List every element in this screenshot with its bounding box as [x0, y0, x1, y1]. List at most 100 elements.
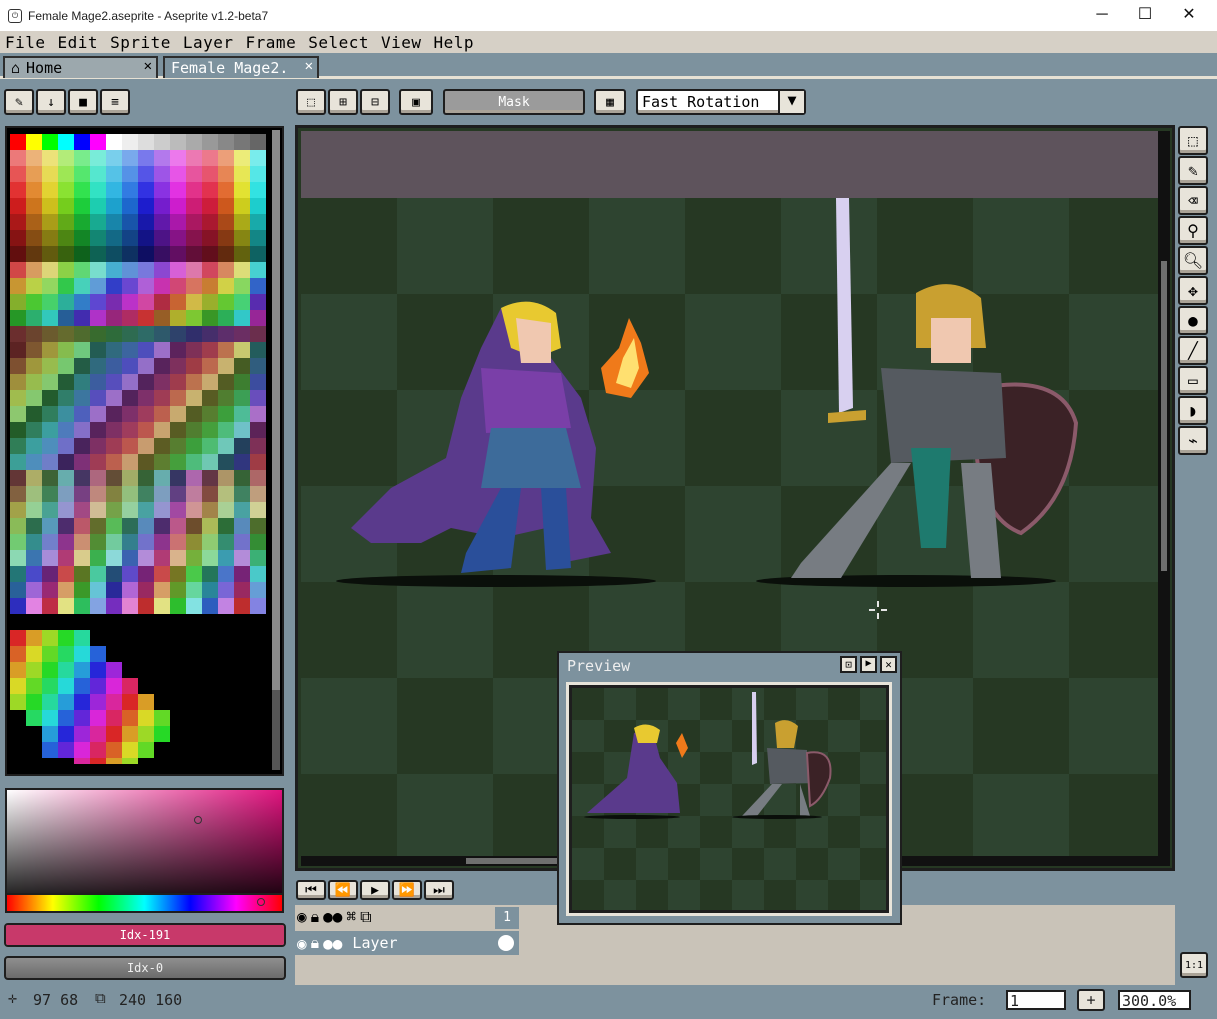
mask-color-button[interactable]: Mask: [443, 89, 585, 115]
next-frame-button[interactable]: ⏩: [392, 880, 422, 900]
palette-swatch: [26, 246, 42, 262]
rectangular-marquee-tool[interactable]: ⬚: [1178, 126, 1208, 155]
palette-swatch: [74, 390, 90, 406]
palette-swatch: [234, 470, 250, 486]
layer-visibility-eye-icon[interactable]: ◉: [297, 934, 307, 953]
tab-female-mage2-close-icon[interactable]: ✕: [305, 58, 313, 74]
layer-continuous-icon[interactable]: ●●: [323, 934, 342, 953]
line-tool[interactable]: ╱: [1178, 336, 1208, 365]
transparent-color-button[interactable]: ▦: [594, 89, 626, 115]
palette-sort-button[interactable]: ↓: [36, 89, 66, 115]
foreground-color-button[interactable]: Idx-191: [4, 923, 286, 947]
preview-close-button[interactable]: ✕: [880, 656, 897, 673]
previous-frame-button[interactable]: ⏪: [328, 880, 358, 900]
move-tool[interactable]: ✥: [1178, 276, 1208, 305]
continuous-icon[interactable]: ●●: [323, 907, 342, 927]
color-picker-cursor[interactable]: [194, 816, 202, 824]
palette-swatch: [186, 262, 202, 278]
menu-layer[interactable]: Layer: [183, 33, 234, 52]
checker-tile: [796, 688, 828, 720]
canvas-vertical-scrollbar-thumb[interactable]: [1161, 261, 1167, 571]
eraser-tool[interactable]: ⌫: [1178, 186, 1208, 215]
paint-bucket-tool[interactable]: ●: [1178, 306, 1208, 335]
blur-tool[interactable]: ⌁: [1178, 426, 1208, 455]
hue-slider[interactable]: [5, 893, 284, 913]
palette-scrollbar-thumb[interactable]: [272, 130, 280, 690]
palette-swatch: [74, 678, 90, 694]
tab-female-mage2[interactable]: Female Mage2. ✕: [163, 56, 319, 78]
menu-frame[interactable]: Frame: [246, 33, 297, 52]
layer-lock-icon[interactable]: 🔒︎: [311, 933, 320, 953]
checker-tile: [636, 880, 668, 910]
selection-replace-button[interactable]: ⬚: [296, 89, 326, 115]
new-frame-button[interactable]: +: [1077, 989, 1105, 1011]
background-color-button[interactable]: Idx-0: [4, 956, 286, 980]
play-button[interactable]: ▶: [360, 880, 390, 900]
menu-view[interactable]: View: [381, 33, 422, 52]
maximize-button[interactable]: ☐: [1122, 0, 1168, 31]
palette-swatch: [42, 422, 58, 438]
frame-input[interactable]: 1: [1006, 990, 1066, 1010]
palette-swatches[interactable]: [10, 134, 270, 764]
selection-add-button[interactable]: ⊞: [328, 89, 358, 115]
close-button[interactable]: ✕: [1166, 0, 1212, 31]
onion-skin-icon[interactable]: ⧉: [360, 907, 371, 927]
menu-edit[interactable]: Edit: [58, 33, 99, 52]
palette-swatch: [122, 358, 138, 374]
contour-tool[interactable]: ◗: [1178, 396, 1208, 425]
palette-swatch: [250, 598, 266, 614]
zoom-tool[interactable]: 🔍︎: [1178, 246, 1208, 275]
layer-name[interactable]: Layer: [352, 934, 397, 952]
palette-swatch: [170, 230, 186, 246]
menu-select[interactable]: Select: [308, 33, 369, 52]
canvas-vertical-scrollbar[interactable]: [1158, 131, 1170, 866]
zoom-input[interactable]: 300.0%: [1118, 990, 1191, 1010]
tab-home-close-icon[interactable]: ✕: [144, 58, 152, 74]
pixel-perfect-button[interactable]: ▣: [399, 89, 433, 115]
hue-slider-cursor[interactable]: [257, 898, 265, 906]
eyedropper-tool[interactable]: ⚲: [1178, 216, 1208, 245]
preview-center-button[interactable]: ⊡: [840, 656, 857, 673]
palette-swatch: [218, 262, 234, 278]
palette-scrollbar[interactable]: [272, 130, 280, 770]
checker-tile: [781, 198, 877, 294]
palette-preset-button[interactable]: ■: [68, 89, 98, 115]
palette-swatch: [234, 518, 250, 534]
palette-swatch: [170, 486, 186, 502]
palette-swatch: [218, 534, 234, 550]
palette-swatch: [218, 278, 234, 294]
palette-swatch: [90, 678, 106, 694]
last-frame-button[interactable]: ⏭: [424, 880, 454, 900]
menu-sprite[interactable]: Sprite: [110, 33, 171, 52]
palette-swatch: [186, 566, 202, 582]
palette-swatch: [90, 326, 106, 342]
cel-dot-icon[interactable]: [498, 935, 514, 951]
first-frame-button[interactable]: ⏮: [296, 880, 326, 900]
frame-number-header[interactable]: 1: [495, 907, 519, 929]
preview-play-button[interactable]: ▶: [860, 656, 877, 673]
palette-swatch: [154, 198, 170, 214]
checker-tile: [397, 582, 493, 678]
palette-swatch: [42, 646, 58, 662]
link-cels-icon[interactable]: ⌘: [346, 907, 356, 927]
edit-palette-button[interactable]: ✎: [4, 89, 34, 115]
rotation-algorithm-select[interactable]: Fast Rotation ▼: [636, 89, 806, 115]
tab-home[interactable]: ⌂ Home ✕: [3, 56, 158, 78]
palette-swatch: [58, 310, 74, 326]
minimize-button[interactable]: ─: [1079, 0, 1125, 31]
lock-icon[interactable]: 🔒︎: [311, 907, 320, 927]
layer-row[interactable]: ◉ 🔒︎ ●● Layer: [295, 931, 519, 955]
palette-swatch: [186, 422, 202, 438]
zoom-1-1-button[interactable]: 1:1: [1180, 952, 1208, 978]
chevron-down-icon[interactable]: ▼: [778, 91, 804, 113]
palette-options-button[interactable]: ≡: [100, 89, 130, 115]
eye-icon[interactable]: ◉: [297, 907, 307, 927]
preview-sprite-thumbnail: [572, 688, 886, 910]
selection-subtract-button[interactable]: ⊟: [360, 89, 390, 115]
menu-file[interactable]: File: [5, 33, 46, 52]
rectangle-tool[interactable]: ▭: [1178, 366, 1208, 395]
menu-help[interactable]: Help: [434, 33, 475, 52]
pencil-tool[interactable]: ✎: [1178, 156, 1208, 185]
palette-swatch: [234, 150, 250, 166]
palette-swatch: [42, 438, 58, 454]
